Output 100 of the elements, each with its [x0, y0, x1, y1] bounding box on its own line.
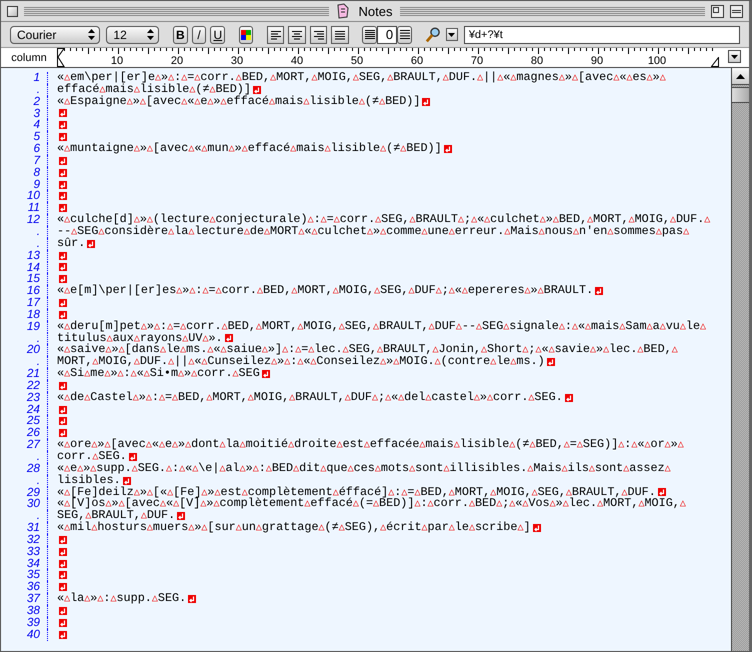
- line-number: 18: [1, 308, 48, 321]
- text-line: --△SEG△considère△la△lecture△de△MORT△«△culchet△»△comme△une△erreur.△Mais△nous△n'en△sommes△pas△: [57, 226, 690, 238]
- text-line: MORT,△MOIG,△DUF.△||△«△Cunseilez△»△:△«△Conseilez△»△MOIG.△(contre△le△ms.): [57, 356, 545, 368]
- decrease-spacing-button[interactable]: [362, 26, 378, 44]
- paragraph-mark-icon: [128, 452, 137, 461]
- ruler-menu-button[interactable]: [728, 50, 741, 63]
- line-number: 39: [1, 616, 48, 629]
- underline-button[interactable]: U: [210, 26, 226, 44]
- text-line: corr.△SEG.: [57, 451, 127, 463]
- text-line: «△Espaigne△»△[avec△«△e△»△effacé△mais△lisible△(≠△BED)]: [57, 96, 420, 108]
- line-number: 25: [1, 415, 48, 428]
- italic-button[interactable]: /: [192, 26, 206, 44]
- ruler-number: 100: [646, 56, 668, 67]
- close-box[interactable]: [7, 6, 18, 16]
- paragraph-mark-icon: [59, 192, 67, 200]
- line-number: 7: [1, 154, 48, 167]
- paragraph-mark-icon: [59, 275, 67, 284]
- collapse-box[interactable]: [730, 4, 743, 18]
- magnifier-icon[interactable]: [425, 26, 442, 44]
- line-number: 38: [1, 604, 48, 617]
- line-number: 5: [1, 131, 48, 144]
- ruler-number: 30: [230, 56, 244, 67]
- align-left-button[interactable]: [266, 26, 284, 44]
- paragraph-mark-icon: [59, 548, 67, 556]
- line-number: 35: [1, 569, 48, 582]
- line-number: 2: [1, 96, 48, 108]
- color-button[interactable]: [238, 26, 254, 44]
- align-justify-icon: [334, 29, 346, 40]
- up-arrow-icon: [736, 74, 745, 78]
- line-number: 24: [1, 404, 48, 416]
- line-number: 20: [1, 344, 48, 356]
- search-menu-button[interactable]: [446, 28, 458, 41]
- paragraph-mark-icon: [59, 429, 67, 438]
- paragraph-mark-icon: [595, 287, 604, 296]
- line-number: 12: [1, 214, 48, 226]
- paragraph-mark-icon: [59, 583, 67, 592]
- paragraph-mark-icon: [532, 524, 541, 532]
- left-margin-marker[interactable]: [57, 48, 65, 67]
- line-number: .: [1, 474, 48, 487]
- align-left-icon: [270, 29, 282, 40]
- align-right-icon: [312, 29, 325, 40]
- line-number: 11: [1, 202, 48, 214]
- paragraph-mark-icon: [564, 394, 573, 402]
- paragraph-mark-icon: [59, 560, 67, 568]
- line-number: 14: [1, 262, 48, 274]
- paragraph-mark-icon: [59, 417, 67, 426]
- line-number: 27: [1, 439, 48, 451]
- zoom-box[interactable]: [711, 4, 724, 18]
- text-line: «△mil△hosturs△muers△»△[sur△un△grattage△(≠△SEG),△écrit△par△le△scribe△]: [57, 522, 531, 534]
- line-number: 13: [1, 250, 48, 262]
- size-popup[interactable]: 12: [106, 26, 160, 44]
- color-grid-icon: [241, 30, 252, 40]
- paragraph-mark-icon: [188, 595, 196, 604]
- scroll-thumb[interactable]: [732, 87, 749, 103]
- paragraph-mark-icon: [122, 476, 131, 485]
- line-number: 37: [1, 593, 48, 605]
- text-line: «△saive△»△[dans△le△ms.△«△saiue△»]△:△=△lec.△SEG,△BRAULT,△Jonin,△Short△;△«△savie△»△lec.△BED,△: [57, 344, 678, 356]
- line-number: 36: [1, 581, 48, 594]
- line-number: 17: [1, 297, 48, 309]
- down-arrow-icon: [448, 32, 456, 36]
- up-down-arrows-icon: [147, 29, 154, 40]
- text-line: «△muntaigne△»△[avec△«△mun△»△effacé△mais△lisible△(≠△BED)]: [57, 143, 442, 155]
- text-line: lisibles.: [57, 474, 121, 487]
- line-number: 10: [1, 190, 48, 202]
- align-right-button[interactable]: [310, 26, 328, 44]
- line-number: 15: [1, 273, 48, 286]
- line-number: 3: [1, 108, 48, 120]
- paragraph-mark-icon: [59, 406, 67, 414]
- paragraph-mark-icon: [59, 571, 67, 580]
- text-line: «△e△»△supp.△SEG.△:△«△\e|△al△»△:△BED△dit△que△ces△mots△sont△illisibles.△Mais△ils△sont△assez△: [57, 462, 671, 475]
- document-icon: [334, 3, 351, 19]
- bold-button[interactable]: B: [172, 26, 188, 44]
- line-number: 8: [1, 166, 48, 179]
- align-center-icon: [291, 29, 304, 40]
- increase-spacing-button[interactable]: [397, 26, 412, 44]
- text-line: «△culche[d]△»△(lecture△conjecturale)△:△=△corr.△SEG,△BRAULT△;△«△culchet△»△BED,△MORT,△MOIG,△DUF.△: [57, 214, 710, 226]
- align-center-button[interactable]: [288, 26, 306, 44]
- line-number: 32: [1, 534, 48, 546]
- text-line: sûr.: [57, 238, 86, 250]
- line-number: 31: [1, 522, 48, 534]
- ruler-number: 40: [290, 56, 304, 67]
- align-justify-button[interactable]: [331, 26, 349, 44]
- paragraph-mark-icon: [59, 121, 67, 130]
- text-line: «△[Fe]deilz△»△[«△[Fe]△»△est△complètement△éffacé]△:△=△BED,△MORT,△MOIG,△SEG,△BRAULT,△DUF.: [57, 486, 656, 498]
- paragraph-mark-icon: [252, 86, 261, 94]
- paragraph-mark-icon: [262, 370, 270, 378]
- font-popup[interactable]: Courier: [10, 26, 100, 44]
- line-number: 6: [1, 143, 48, 155]
- line-number: .: [1, 226, 48, 238]
- ruler-label: column: [10, 50, 48, 66]
- search-field[interactable]: ¥d+?¥t: [464, 26, 740, 44]
- paragraph-mark-icon: [177, 512, 186, 520]
- right-margin-marker[interactable]: [711, 57, 719, 67]
- line-spacing-field[interactable]: 0: [377, 26, 398, 44]
- paragraph-mark-icon: [224, 334, 233, 342]
- paragraph-mark-icon: [59, 298, 67, 307]
- ruler-number: 50: [350, 56, 364, 67]
- scroll-up-button[interactable]: [732, 68, 749, 85]
- paragraph-mark-icon: [59, 156, 67, 165]
- line-number: .: [1, 451, 48, 463]
